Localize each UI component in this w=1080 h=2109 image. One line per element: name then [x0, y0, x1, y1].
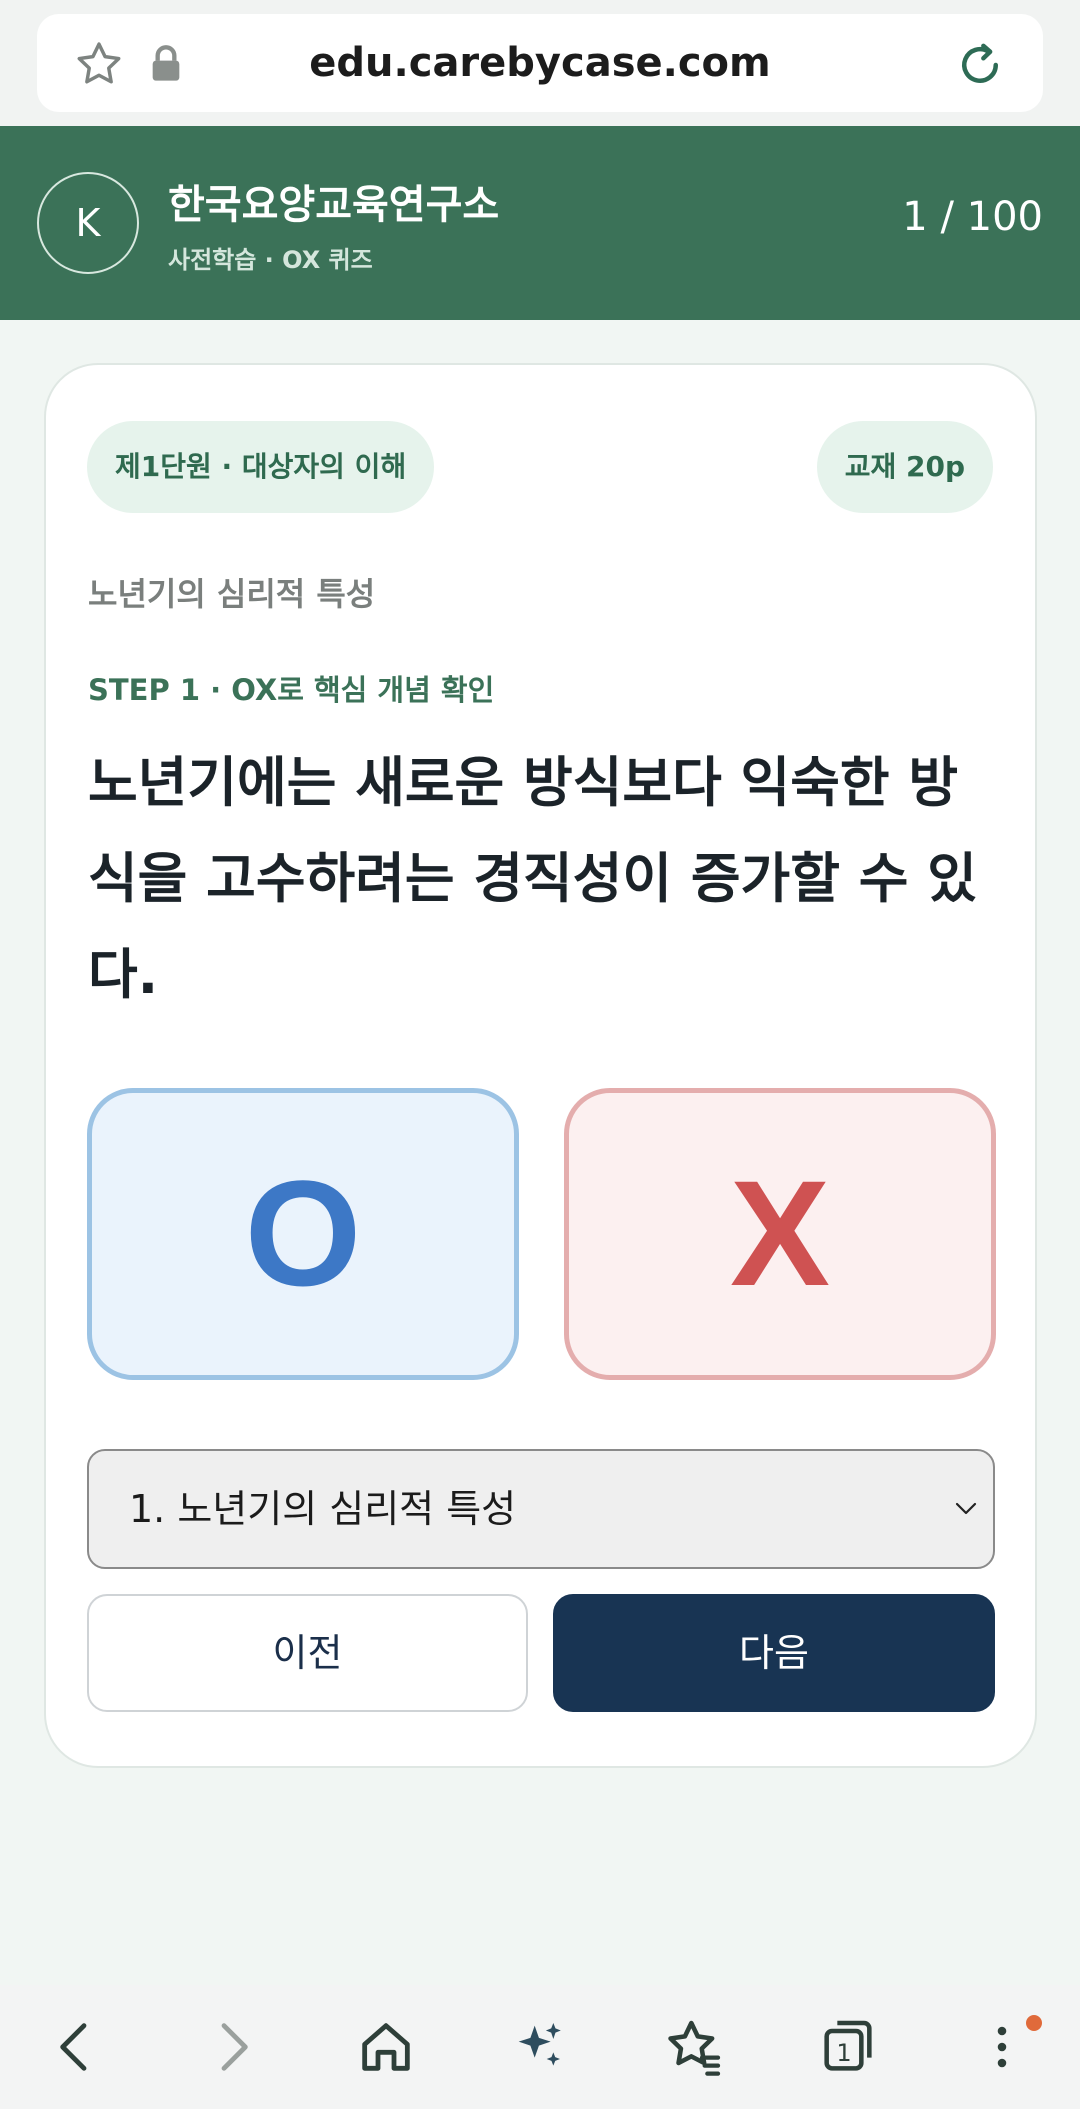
- forward-arrow-icon[interactable]: [200, 2015, 264, 2079]
- answer-x-button[interactable]: X: [564, 1088, 996, 1380]
- browser-url-bar-area: edu.carebycase.com: [0, 0, 1080, 126]
- question-select-value: 1. 노년기의 심리적 특성: [129, 1487, 517, 1531]
- site-header: K 한국요양교육연구소 사전학습 · OX 퀴즈 1 / 100: [0, 126, 1080, 320]
- tabs-count: 1: [836, 2039, 851, 2067]
- question-progress: 1 / 100: [902, 194, 1043, 240]
- prev-button[interactable]: 이전: [87, 1594, 528, 1712]
- back-arrow-icon[interactable]: [44, 2015, 108, 2079]
- chevron-down-icon: [955, 1502, 977, 1515]
- tabs-icon[interactable]: 1: [816, 2015, 880, 2079]
- more-menu-icon[interactable]: [970, 2015, 1034, 2079]
- bookmarks-icon[interactable]: [662, 2015, 726, 2079]
- reload-icon[interactable]: [953, 38, 1007, 92]
- question-text: 노년기에는 새로운 방식보다 익숙한 방식을 고수하려는 경직성이 증가할 수 …: [88, 751, 977, 1006]
- notification-dot: [1026, 2015, 1042, 2031]
- home-icon[interactable]: [354, 2015, 418, 2079]
- url-text[interactable]: edu.carebycase.com: [37, 14, 1043, 112]
- answer-o-button[interactable]: O: [87, 1088, 519, 1380]
- topic-label: 노년기의 심리적 특성: [88, 575, 376, 613]
- question-select[interactable]: 1. 노년기의 심리적 특성: [87, 1449, 995, 1569]
- unit-chip: 제1단원 · 대상자의 이해: [87, 421, 435, 513]
- header-subtitle: 사전학습 · OX 퀴즈: [168, 246, 373, 274]
- textbook-page-chip: 교재 20p: [816, 421, 993, 513]
- quiz-card: 제1단원 · 대상자의 이해 교재 20p 노년기의 심리적 특성 STEP 1…: [44, 363, 1037, 1768]
- sparkle-ai-icon[interactable]: [508, 2015, 572, 2079]
- url-bar[interactable]: edu.carebycase.com: [37, 14, 1043, 112]
- step-label: STEP 1 · OX로 핵심 개념 확인: [88, 673, 495, 707]
- browser-toolbar: 1: [0, 1985, 1080, 2109]
- next-button[interactable]: 다음: [553, 1594, 995, 1712]
- logo-badge: K: [37, 172, 139, 274]
- org-name: 한국요양교육연구소: [168, 182, 500, 228]
